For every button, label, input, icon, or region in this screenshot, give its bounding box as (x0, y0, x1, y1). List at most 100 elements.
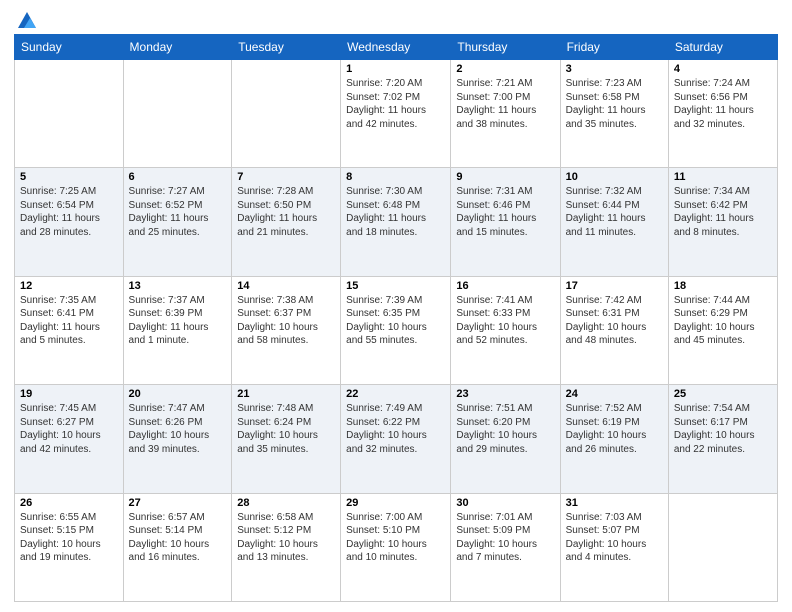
day-cell: 12 Sunrise: 7:35 AM Sunset: 6:41 PM Dayl… (15, 276, 124, 384)
weekday-header-monday: Monday (123, 35, 232, 60)
day-info: Sunrise: 7:34 AM Sunset: 6:42 PM Dayligh… (674, 185, 772, 239)
day-number: 10 (566, 171, 663, 183)
day-cell: 2 Sunrise: 7:21 AM Sunset: 7:00 PM Dayli… (451, 60, 560, 168)
day-cell (15, 60, 124, 168)
day-info: Sunrise: 7:51 AM Sunset: 6:20 PM Dayligh… (456, 402, 554, 456)
day-info: Sunrise: 7:45 AM Sunset: 6:27 PM Dayligh… (20, 402, 118, 456)
day-number: 22 (346, 388, 445, 400)
calendar-table: SundayMondayTuesdayWednesdayThursdayFrid… (14, 34, 778, 602)
day-number: 21 (237, 388, 335, 400)
day-info: Sunrise: 7:48 AM Sunset: 6:24 PM Dayligh… (237, 402, 335, 456)
day-cell: 21 Sunrise: 7:48 AM Sunset: 6:24 PM Dayl… (232, 385, 341, 493)
day-info: Sunrise: 7:30 AM Sunset: 6:48 PM Dayligh… (346, 185, 445, 239)
day-cell: 16 Sunrise: 7:41 AM Sunset: 6:33 PM Dayl… (451, 276, 560, 384)
day-cell: 7 Sunrise: 7:28 AM Sunset: 6:50 PM Dayli… (232, 168, 341, 276)
day-info: Sunrise: 7:03 AM Sunset: 5:07 PM Dayligh… (566, 511, 663, 565)
day-cell: 24 Sunrise: 7:52 AM Sunset: 6:19 PM Dayl… (560, 385, 668, 493)
day-info: Sunrise: 7:41 AM Sunset: 6:33 PM Dayligh… (456, 294, 554, 348)
day-info: Sunrise: 7:42 AM Sunset: 6:31 PM Dayligh… (566, 294, 663, 348)
weekday-header-row: SundayMondayTuesdayWednesdayThursdayFrid… (15, 35, 778, 60)
day-info: Sunrise: 6:58 AM Sunset: 5:12 PM Dayligh… (237, 511, 335, 565)
day-info: Sunrise: 7:24 AM Sunset: 6:56 PM Dayligh… (674, 77, 772, 131)
day-cell: 22 Sunrise: 7:49 AM Sunset: 6:22 PM Dayl… (341, 385, 451, 493)
day-info: Sunrise: 7:37 AM Sunset: 6:39 PM Dayligh… (129, 294, 227, 348)
day-number: 24 (566, 388, 663, 400)
day-info: Sunrise: 7:32 AM Sunset: 6:44 PM Dayligh… (566, 185, 663, 239)
day-number: 9 (456, 171, 554, 183)
day-number: 1 (346, 63, 445, 75)
day-number: 12 (20, 280, 118, 292)
day-info: Sunrise: 7:28 AM Sunset: 6:50 PM Dayligh… (237, 185, 335, 239)
day-cell: 8 Sunrise: 7:30 AM Sunset: 6:48 PM Dayli… (341, 168, 451, 276)
day-number: 4 (674, 63, 772, 75)
week-row-1: 1 Sunrise: 7:20 AM Sunset: 7:02 PM Dayli… (15, 60, 778, 168)
day-number: 6 (129, 171, 227, 183)
logo-icon (16, 10, 38, 32)
day-number: 30 (456, 497, 554, 509)
day-number: 13 (129, 280, 227, 292)
day-number: 25 (674, 388, 772, 400)
day-info: Sunrise: 7:01 AM Sunset: 5:09 PM Dayligh… (456, 511, 554, 565)
header (14, 10, 778, 28)
day-number: 28 (237, 497, 335, 509)
day-cell: 31 Sunrise: 7:03 AM Sunset: 5:07 PM Dayl… (560, 493, 668, 601)
day-number: 14 (237, 280, 335, 292)
day-number: 3 (566, 63, 663, 75)
day-number: 29 (346, 497, 445, 509)
day-info: Sunrise: 7:25 AM Sunset: 6:54 PM Dayligh… (20, 185, 118, 239)
day-number: 27 (129, 497, 227, 509)
day-cell: 15 Sunrise: 7:39 AM Sunset: 6:35 PM Dayl… (341, 276, 451, 384)
day-cell: 10 Sunrise: 7:32 AM Sunset: 6:44 PM Dayl… (560, 168, 668, 276)
day-cell: 3 Sunrise: 7:23 AM Sunset: 6:58 PM Dayli… (560, 60, 668, 168)
day-cell: 18 Sunrise: 7:44 AM Sunset: 6:29 PM Dayl… (668, 276, 777, 384)
day-cell: 1 Sunrise: 7:20 AM Sunset: 7:02 PM Dayli… (341, 60, 451, 168)
day-info: Sunrise: 7:00 AM Sunset: 5:10 PM Dayligh… (346, 511, 445, 565)
day-cell: 26 Sunrise: 6:55 AM Sunset: 5:15 PM Dayl… (15, 493, 124, 601)
day-number: 7 (237, 171, 335, 183)
day-info: Sunrise: 7:27 AM Sunset: 6:52 PM Dayligh… (129, 185, 227, 239)
day-number: 11 (674, 171, 772, 183)
day-number: 8 (346, 171, 445, 183)
day-number: 2 (456, 63, 554, 75)
day-cell: 20 Sunrise: 7:47 AM Sunset: 6:26 PM Dayl… (123, 385, 232, 493)
day-cell: 4 Sunrise: 7:24 AM Sunset: 6:56 PM Dayli… (668, 60, 777, 168)
day-info: Sunrise: 7:39 AM Sunset: 6:35 PM Dayligh… (346, 294, 445, 348)
weekday-header-wednesday: Wednesday (341, 35, 451, 60)
day-cell: 29 Sunrise: 7:00 AM Sunset: 5:10 PM Dayl… (341, 493, 451, 601)
day-cell: 13 Sunrise: 7:37 AM Sunset: 6:39 PM Dayl… (123, 276, 232, 384)
day-info: Sunrise: 7:21 AM Sunset: 7:00 PM Dayligh… (456, 77, 554, 131)
page: SundayMondayTuesdayWednesdayThursdayFrid… (0, 0, 792, 612)
day-number: 5 (20, 171, 118, 183)
day-cell: 27 Sunrise: 6:57 AM Sunset: 5:14 PM Dayl… (123, 493, 232, 601)
day-number: 31 (566, 497, 663, 509)
week-row-5: 26 Sunrise: 6:55 AM Sunset: 5:15 PM Dayl… (15, 493, 778, 601)
day-cell: 17 Sunrise: 7:42 AM Sunset: 6:31 PM Dayl… (560, 276, 668, 384)
day-info: Sunrise: 7:20 AM Sunset: 7:02 PM Dayligh… (346, 77, 445, 131)
day-info: Sunrise: 7:47 AM Sunset: 6:26 PM Dayligh… (129, 402, 227, 456)
day-number: 18 (674, 280, 772, 292)
day-info: Sunrise: 6:55 AM Sunset: 5:15 PM Dayligh… (20, 511, 118, 565)
weekday-header-saturday: Saturday (668, 35, 777, 60)
day-info: Sunrise: 7:38 AM Sunset: 6:37 PM Dayligh… (237, 294, 335, 348)
day-number: 16 (456, 280, 554, 292)
day-cell: 6 Sunrise: 7:27 AM Sunset: 6:52 PM Dayli… (123, 168, 232, 276)
day-info: Sunrise: 7:31 AM Sunset: 6:46 PM Dayligh… (456, 185, 554, 239)
week-row-4: 19 Sunrise: 7:45 AM Sunset: 6:27 PM Dayl… (15, 385, 778, 493)
day-cell: 11 Sunrise: 7:34 AM Sunset: 6:42 PM Dayl… (668, 168, 777, 276)
day-info: Sunrise: 7:52 AM Sunset: 6:19 PM Dayligh… (566, 402, 663, 456)
day-info: Sunrise: 7:35 AM Sunset: 6:41 PM Dayligh… (20, 294, 118, 348)
weekday-header-thursday: Thursday (451, 35, 560, 60)
day-info: Sunrise: 7:23 AM Sunset: 6:58 PM Dayligh… (566, 77, 663, 131)
day-cell: 14 Sunrise: 7:38 AM Sunset: 6:37 PM Dayl… (232, 276, 341, 384)
day-cell: 28 Sunrise: 6:58 AM Sunset: 5:12 PM Dayl… (232, 493, 341, 601)
day-info: Sunrise: 6:57 AM Sunset: 5:14 PM Dayligh… (129, 511, 227, 565)
day-cell: 25 Sunrise: 7:54 AM Sunset: 6:17 PM Dayl… (668, 385, 777, 493)
day-info: Sunrise: 7:44 AM Sunset: 6:29 PM Dayligh… (674, 294, 772, 348)
weekday-header-tuesday: Tuesday (232, 35, 341, 60)
week-row-3: 12 Sunrise: 7:35 AM Sunset: 6:41 PM Dayl… (15, 276, 778, 384)
day-number: 20 (129, 388, 227, 400)
day-info: Sunrise: 7:54 AM Sunset: 6:17 PM Dayligh… (674, 402, 772, 456)
day-number: 15 (346, 280, 445, 292)
day-cell (123, 60, 232, 168)
day-info: Sunrise: 7:49 AM Sunset: 6:22 PM Dayligh… (346, 402, 445, 456)
